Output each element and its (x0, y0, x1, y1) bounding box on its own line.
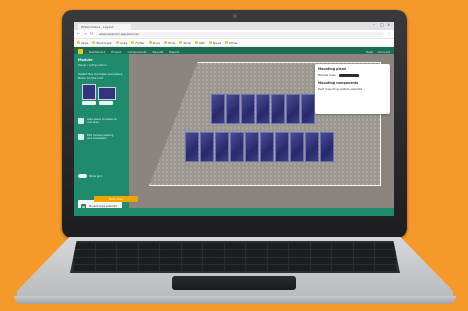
sidebar-heading: Select the modules and place them on the… (78, 72, 123, 80)
mounting-info-box: Mounting plane Module rows Mounting comp… (315, 64, 390, 114)
next-step-button[interactable]: Next step (94, 196, 138, 202)
browser-tab[interactable]: PVSol Online - Layout (78, 24, 131, 30)
bookmark-item[interactable]: Bookmark (92, 41, 111, 45)
reload-icon[interactable]: ↻ (90, 31, 93, 37)
solar-panel[interactable] (211, 94, 225, 124)
module-rows-input[interactable] (338, 73, 359, 77)
solar-panel[interactable] (226, 94, 240, 124)
bookmark-item[interactable]: Docs (149, 41, 160, 45)
solar-panel[interactable] (275, 132, 289, 162)
nav-item-dashboard[interactable]: Dashboard (89, 50, 105, 54)
bookmark-item[interactable]: News (209, 41, 221, 45)
autoplace-icon (78, 118, 84, 124)
menu-icon[interactable]: ⋮ (387, 31, 391, 37)
browser-tabstrip: PVSol Online - Layout – □ × (74, 22, 394, 30)
mounting-components-title: Mounting components (318, 81, 359, 85)
bookmark-item[interactable]: Other (225, 41, 238, 45)
minimize-icon[interactable]: – (373, 23, 377, 27)
nav-item-project[interactable]: Project (111, 50, 121, 54)
solar-panel[interactable] (245, 132, 259, 162)
solar-panel[interactable] (185, 132, 199, 162)
webcam-icon (232, 14, 237, 18)
autoplace-label: Auto-place modules on roof area (87, 118, 117, 124)
nav-item-report[interactable]: Report (169, 50, 179, 54)
sidebar-option-spacing[interactable]: Edit module spacing and orientation (78, 134, 117, 140)
solar-panel[interactable] (320, 132, 334, 162)
sidebar-title: Module (78, 58, 93, 62)
keyboard (70, 241, 400, 273)
back-icon[interactable]: ← (77, 31, 80, 37)
bookmark-item[interactable]: Shop (179, 41, 191, 45)
maximize-icon[interactable]: □ (380, 23, 384, 27)
module-rows-row: Module rows (318, 73, 387, 77)
url-input[interactable]: www.solarsim.app/planner (96, 31, 384, 37)
nav-item-help[interactable]: Help (366, 50, 373, 54)
nav-item-account[interactable]: Account (378, 50, 390, 54)
solar-panel[interactable] (286, 94, 300, 124)
landscape-select-button[interactable] (99, 101, 113, 105)
laptop-screen: PVSol Online - Layout – □ × ← → ↻ www.so… (74, 22, 394, 216)
portrait-select-button[interactable] (82, 101, 96, 105)
bookmark-item[interactable]: Links (116, 41, 128, 45)
module-thumbnail-landscape[interactable] (98, 87, 116, 100)
solar-panel[interactable] (256, 94, 270, 124)
grid-toggle-label: Show grid (89, 174, 102, 178)
module-thumbnail-portrait[interactable] (82, 84, 96, 100)
app-body: Module Panel configuration Select the mo… (74, 54, 394, 216)
roof-canvas[interactable]: Mounting plane Module rows Mounting comp… (129, 54, 394, 216)
bookmark-item[interactable]: Apps (77, 41, 88, 45)
solar-panel[interactable] (215, 132, 229, 162)
solar-panel[interactable] (290, 132, 304, 162)
solar-panel[interactable] (200, 132, 214, 162)
window-controls: – □ × (373, 23, 391, 27)
mounting-note: Roof mounting system selected (318, 87, 363, 91)
address-bar: ← → ↻ www.solarsim.app/planner ⋮ (74, 30, 394, 39)
bookmark-item[interactable]: Folder (131, 41, 144, 45)
module-rows-label: Module rows (318, 73, 336, 77)
sidebar-subtitle: Panel configuration (78, 63, 107, 67)
close-icon[interactable]: × (387, 23, 391, 27)
spacing-label: Edit module spacing and orientation (87, 134, 114, 140)
app-footer (74, 208, 394, 216)
spacing-icon (78, 134, 84, 140)
grid-toggle[interactable]: Show grid (78, 174, 102, 178)
module-sidebar: Module Panel configuration Select the mo… (74, 54, 129, 216)
sidebar-option-autoplace[interactable]: Auto-place modules on roof area (78, 118, 117, 124)
solar-panel[interactable] (301, 94, 315, 124)
nav-item-results[interactable]: Results (153, 50, 164, 54)
mounting-plane-title: Mounting plane (318, 67, 347, 71)
nav-right-group: Help Account (366, 50, 390, 54)
solar-panel[interactable] (271, 94, 285, 124)
solar-panel[interactable] (241, 94, 255, 124)
bookmark-item[interactable]: Tools (164, 41, 175, 45)
forward-icon[interactable]: → (83, 31, 86, 37)
laptop-base-lip (14, 296, 456, 304)
touchpad (172, 276, 296, 290)
bookmarks-bar: Apps Bookmark Links Folder Docs Tools Sh… (74, 39, 394, 47)
solar-panel[interactable] (230, 132, 244, 162)
solar-panel[interactable] (305, 132, 319, 162)
toggle-switch[interactable] (78, 174, 87, 178)
solar-panel[interactable] (260, 132, 274, 162)
bookmark-item[interactable]: Mail (195, 41, 205, 45)
nav-item-components[interactable]: Components (128, 50, 147, 54)
